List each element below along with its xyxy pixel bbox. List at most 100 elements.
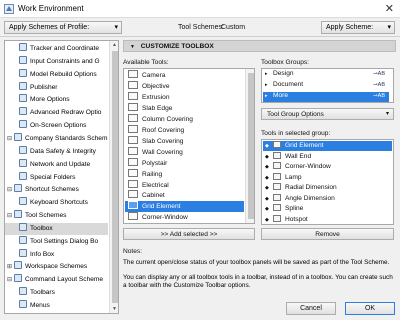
cancel-button[interactable]: Cancel	[286, 302, 336, 315]
tree-item[interactable]: Toolbars	[5, 287, 108, 299]
expand-arrow-icon[interactable]: ▸	[265, 93, 273, 99]
move-arrows-icon[interactable]: ◆	[265, 175, 273, 181]
move-arrows-icon[interactable]: ◆	[265, 206, 273, 212]
tree-item[interactable]: On-Screen Options	[5, 120, 108, 132]
tree-item[interactable]: Info Box	[5, 248, 108, 261]
group-tool-item[interactable]: ◆ Grid Element	[263, 141, 392, 151]
scroll-down-icon[interactable]: ▼	[112, 306, 117, 312]
tree-item-label: Menus	[30, 302, 50, 309]
app-icon	[4, 4, 14, 14]
group-tool-item[interactable]: ◆ Corner-Window	[263, 162, 392, 172]
tool-list-item[interactable]: Grid Element	[125, 201, 244, 213]
tree-item[interactable]: ⊟ Command Layout Scheme	[5, 274, 108, 286]
toolbox-group-item[interactable]: ▸ More ⊸AB	[263, 91, 389, 102]
tree-item[interactable]: Model Rebuild Options	[5, 68, 108, 81]
tree-item[interactable]: Tracker and Coordinate	[5, 43, 108, 55]
tool-list-item[interactable]: Extrusion	[125, 91, 244, 103]
move-arrows-icon[interactable]: ◆	[265, 143, 273, 149]
tool-label: Wall End	[285, 152, 312, 160]
tool-list-item[interactable]: Polystair	[125, 157, 244, 169]
move-arrows-icon[interactable]: ◆	[265, 185, 273, 191]
tool-icon	[273, 162, 281, 169]
tree-item[interactable]: Keyboard Shortcuts	[5, 197, 108, 209]
tree-item[interactable]: Data Safety & Integrity	[5, 145, 108, 158]
tool-list-item[interactable]: Slab Covering	[125, 135, 244, 147]
page-icon	[19, 287, 27, 296]
tool-label: Radial Dimension	[285, 184, 337, 191]
move-arrows-icon[interactable]: ◆	[265, 154, 273, 160]
tool-label: Spline	[285, 205, 304, 212]
move-arrows-icon[interactable]: ◆	[265, 217, 273, 223]
tool-icon	[273, 214, 281, 222]
tool-label: Slab Covering	[142, 137, 184, 145]
available-tools-label: Available Tools:	[123, 59, 169, 66]
tool-list-item[interactable]: Camera	[125, 70, 244, 81]
add-selected-button[interactable]: >> Add selected >>	[123, 228, 255, 240]
move-arrows-icon[interactable]: ◆	[265, 196, 273, 202]
tree-item-label: Advanced Redraw Optio	[30, 109, 102, 117]
expand-arrow-icon[interactable]: ▸	[265, 82, 273, 88]
tool-list-item[interactable]: Column Covering	[125, 113, 244, 125]
tool-label: Roof Covering	[142, 126, 185, 134]
remove-button[interactable]: Remove	[261, 228, 394, 240]
expander-icon[interactable]: ⊟	[7, 186, 13, 193]
scroll-up-icon[interactable]: ▲	[112, 42, 117, 48]
tool-group-options-dropdown[interactable]: Tool Group Options ▾	[261, 108, 394, 120]
tree-item[interactable]: Toolbox	[5, 222, 108, 235]
tree-item[interactable]: Advanced Redraw Optio	[5, 107, 108, 119]
tree-item[interactable]: Publisher	[5, 81, 108, 94]
close-icon[interactable]: ✕	[385, 2, 394, 15]
move-arrows-icon[interactable]: ◆	[265, 164, 273, 170]
tools-in-group-label: Tools in selected group:	[261, 130, 331, 137]
tree-scrollbar[interactable]: ▲ ▼	[109, 41, 118, 313]
group-tool-item[interactable]: ◆ Angle Dimension	[263, 193, 392, 204]
tree-item[interactable]: Special Folders	[5, 171, 108, 184]
group-tool-item[interactable]: ◆ Radial Dimension	[263, 183, 392, 193]
tool-icon	[128, 157, 138, 166]
group-tool-item[interactable]: ◆ Lamp	[263, 172, 392, 183]
tool-list-item[interactable]: Corner-Window	[125, 212, 244, 223]
text-style-flag-icon: ⊸AB	[373, 71, 385, 77]
expander-icon[interactable]: ⊟	[7, 135, 13, 142]
scroll-thumb[interactable]	[248, 73, 254, 219]
expander-icon[interactable]: ⊟	[7, 276, 13, 283]
toolbox-group-item[interactable]: ▸ Document ⊸AB	[263, 81, 389, 91]
section-header[interactable]: ▼ CUSTOMIZE TOOLBOX	[123, 40, 396, 52]
tool-list-item[interactable]: Roof Covering	[125, 124, 244, 136]
chevron-down-icon: ▾	[385, 111, 389, 117]
group-tool-item[interactable]: ◆ Wall End	[263, 151, 392, 162]
tool-list-item[interactable]: Electrical	[125, 179, 244, 191]
group-tool-item[interactable]: ◆ Spline	[263, 204, 392, 214]
expander-icon[interactable]: ⊞	[7, 263, 13, 270]
tree-item[interactable]: More Options	[5, 94, 108, 106]
text-style-flag-icon: ⊸AB	[373, 92, 385, 99]
tool-list-item[interactable]: Wall Covering	[125, 146, 244, 158]
apply-scheme-dropdown[interactable]: Apply Scheme: ▾	[321, 21, 395, 34]
tree-item[interactable]: ⊞ Workspace Schemes	[5, 261, 108, 273]
tree-item[interactable]: Network and Update	[5, 158, 108, 171]
tool-list-item[interactable]: Cabinet	[125, 190, 244, 201]
tool-list-item[interactable]: Railing	[125, 168, 244, 180]
group-tool-item[interactable]: ◆ Hotspot	[263, 214, 392, 225]
page-icon	[19, 235, 27, 244]
available-tools-scrollbar[interactable]	[245, 69, 254, 223]
tree-item[interactable]: Menus	[5, 300, 108, 312]
tool-list-item[interactable]: Objective	[125, 80, 244, 92]
tree-item[interactable]: ⊟ Tool Schemes	[5, 210, 108, 222]
tool-label: Wall Covering	[142, 148, 183, 156]
toolbox-group-item[interactable]: ▸ Design ⊸AB	[263, 70, 389, 80]
tree-item-label: Model Rebuild Options	[30, 70, 97, 78]
apply-profile-dropdown[interactable]: Apply Schemes of Profile: ▾	[4, 21, 122, 34]
tree-item[interactable]: Tool Settings Dialog Bo	[5, 235, 108, 248]
page-icon	[19, 68, 27, 77]
expand-arrow-icon[interactable]: ▸	[265, 71, 273, 77]
chevron-down-icon: ▾	[387, 24, 391, 31]
tree-item[interactable]: ⊟ Company Standards Schem	[5, 132, 108, 145]
tree-item[interactable]: ⊟ Shortcut Schemes	[5, 184, 108, 196]
ok-button[interactable]: OK	[345, 302, 395, 315]
scroll-thumb[interactable]	[112, 51, 118, 303]
tree-item-label: Tool Settings Dialog Bo	[30, 237, 99, 245]
tree-item[interactable]: Input Constraints and G	[5, 55, 108, 68]
tool-list-item[interactable]: Slab Edge	[125, 102, 244, 114]
expander-icon[interactable]: ⊟	[7, 212, 13, 219]
